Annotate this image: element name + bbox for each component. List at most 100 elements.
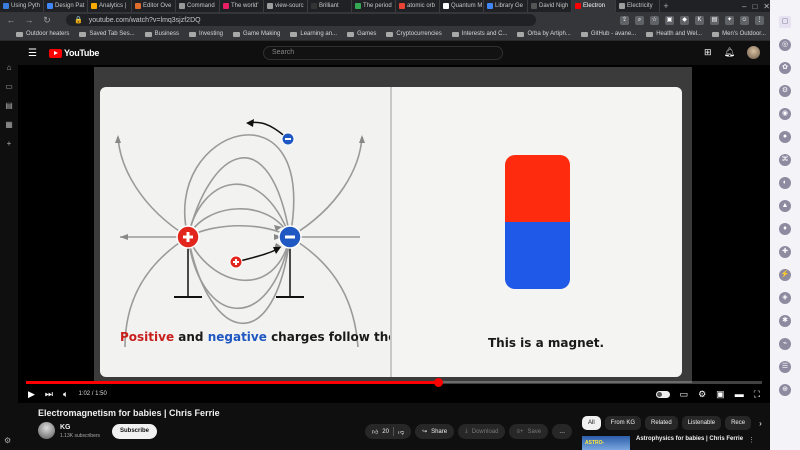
bookmark-item[interactable]: Men's Outdoor... bbox=[712, 31, 766, 37]
theater-mode-icon[interactable]: ▬ bbox=[735, 389, 744, 399]
video-frame[interactable]: Positive and negative charges follow the… bbox=[94, 67, 692, 383]
chevron-right-icon[interactable]: › bbox=[759, 419, 762, 428]
add-icon[interactable]: + bbox=[7, 139, 12, 148]
forward-icon[interactable]: → bbox=[24, 15, 34, 25]
bookmark-item[interactable]: Orba by Artiph... bbox=[517, 31, 571, 37]
extension-icon[interactable]: K bbox=[695, 15, 704, 25]
channel-name[interactable]: KG bbox=[60, 424, 71, 431]
filter-chip[interactable]: From KG bbox=[604, 416, 642, 430]
side-panel-icon[interactable]: ◉ bbox=[779, 108, 791, 120]
like-dislike-button[interactable]: 👍︎ 20 👎︎ bbox=[365, 424, 412, 439]
shorts-icon[interactable]: ▭ bbox=[5, 82, 13, 91]
side-panel-icon[interactable]: ▲ bbox=[779, 200, 791, 212]
side-panel-icon[interactable]: ♦ bbox=[779, 223, 791, 235]
browser-tab[interactable]: The period bbox=[352, 0, 396, 12]
extension-icon[interactable]: ▤ bbox=[710, 15, 719, 25]
filter-chip[interactable]: All bbox=[582, 416, 601, 430]
save-button[interactable]: ≡+ Save bbox=[509, 424, 549, 439]
browser-tab[interactable]: David Nigh bbox=[528, 0, 572, 12]
puzzle-icon[interactable]: ✦ bbox=[725, 15, 734, 25]
side-panel-icon[interactable]: ⚙ bbox=[779, 85, 791, 97]
side-panel-icon[interactable]: ✱ bbox=[779, 315, 791, 327]
back-icon[interactable]: ← bbox=[6, 15, 16, 25]
bookmark-item[interactable]: Outdoor heaters bbox=[16, 31, 69, 37]
bookmark-item[interactable]: Cryptocurrencies bbox=[386, 31, 442, 37]
captions-icon[interactable]: ▭ bbox=[680, 389, 689, 400]
home-icon[interactable]: ⌂ bbox=[7, 63, 12, 72]
next-icon[interactable]: ⏭︎ bbox=[45, 389, 53, 400]
fullscreen-icon[interactable]: ⛶ bbox=[754, 389, 760, 400]
profile-icon[interactable]: ☺ bbox=[740, 15, 749, 25]
side-panel-icon[interactable]: ⌁ bbox=[779, 338, 791, 350]
browser-tab[interactable]: Analytics | bbox=[88, 0, 132, 12]
browser-tab[interactable]: Electron bbox=[572, 0, 616, 12]
side-panel-icon[interactable]: ⊕ bbox=[779, 384, 791, 396]
subscriptions-icon[interactable]: ▤ bbox=[5, 101, 13, 110]
library-icon[interactable]: ▦ bbox=[5, 120, 13, 129]
recommended-thumbnail[interactable]: ASTRO- bbox=[582, 436, 630, 450]
bookmark-item[interactable]: GitHub - avane... bbox=[580, 31, 636, 37]
minimize-icon[interactable]: – bbox=[742, 2, 746, 11]
bookmark-star-icon[interactable]: ☆ bbox=[650, 15, 659, 25]
hamburger-menu-icon[interactable]: ☰ bbox=[28, 48, 37, 59]
miniplayer-icon[interactable]: ▣ bbox=[716, 389, 725, 400]
bookmark-item[interactable]: Game Making bbox=[233, 31, 280, 37]
side-panel-icon[interactable]: ☰ bbox=[779, 361, 791, 373]
youtube-logo[interactable]: YouTube bbox=[48, 48, 99, 58]
bookmark-item[interactable]: Interests and C... bbox=[451, 31, 507, 37]
browser-tab[interactable]: atomic orb bbox=[396, 0, 440, 12]
bookmark-item[interactable]: Learning an... bbox=[290, 31, 337, 37]
more-actions-button[interactable]: … bbox=[552, 424, 573, 439]
filter-chip[interactable]: Listenable bbox=[681, 416, 722, 430]
recommended-title[interactable]: Astrophysics for babies | Chris Ferrie bbox=[636, 436, 743, 442]
more-options-icon[interactable]: ⋮ bbox=[748, 436, 755, 444]
side-panel-icon[interactable]: ⚡ bbox=[779, 269, 791, 281]
side-panel-icon[interactable]: ▢ bbox=[779, 16, 791, 28]
recommended-video[interactable]: ASTRO- Astrophysics for babies | Chris F… bbox=[582, 436, 762, 450]
side-panel-icon[interactable]: ◐ bbox=[779, 177, 791, 189]
side-panel-icon[interactable]: ◈ bbox=[779, 292, 791, 304]
browser-tab[interactable]: The world' bbox=[220, 0, 264, 12]
notifications-bell-icon[interactable]: 🔔︎ bbox=[724, 47, 735, 58]
close-window-icon[interactable]: ✕ bbox=[763, 2, 770, 11]
autoplay-toggle[interactable] bbox=[655, 390, 670, 398]
settings-gear-icon[interactable]: ⚙ bbox=[4, 436, 11, 445]
bookmark-item[interactable]: Health and Wel... bbox=[646, 31, 702, 37]
browser-tab[interactable]: Electricity bbox=[616, 0, 660, 12]
extension-icon[interactable]: ◆ bbox=[680, 15, 689, 25]
progress-bar[interactable] bbox=[26, 378, 762, 387]
filter-chip[interactable]: Rece bbox=[725, 416, 752, 430]
browser-tab[interactable]: Design Pat bbox=[44, 0, 88, 12]
account-avatar[interactable] bbox=[747, 46, 760, 59]
bookmark-item[interactable]: Investing bbox=[188, 31, 223, 37]
filter-chip[interactable]: Related bbox=[645, 416, 678, 430]
extension-icon[interactable]: ▣ bbox=[665, 15, 674, 25]
browser-tab[interactable]: Using Pyth bbox=[0, 0, 44, 12]
share-button[interactable]: ↪ Share bbox=[415, 424, 455, 439]
search-input[interactable]: Search bbox=[263, 46, 503, 60]
play-icon[interactable]: ▶ bbox=[28, 389, 35, 400]
side-panel-icon[interactable]: ✚ bbox=[779, 246, 791, 258]
video-player[interactable]: Positive and negative charges follow the… bbox=[18, 65, 770, 403]
volume-icon[interactable]: 🔈︎ bbox=[63, 389, 68, 400]
browser-tab[interactable]: Editor Ove bbox=[132, 0, 176, 12]
browser-tab[interactable]: Command bbox=[176, 0, 220, 12]
side-panel-icon[interactable]: ⌘ bbox=[779, 154, 791, 166]
browser-tab[interactable]: view-sourc bbox=[264, 0, 308, 12]
reload-icon[interactable]: ↻ bbox=[42, 15, 52, 26]
browser-tab[interactable]: Library Ge bbox=[484, 0, 528, 12]
side-panel-icon[interactable]: ◎ bbox=[779, 39, 791, 51]
download-button[interactable]: ⤓ Download bbox=[458, 424, 506, 439]
url-bar[interactable]: 🔒 youtube.com/watch?v=lmq3sjzf2DQ bbox=[66, 14, 536, 26]
bookmark-item[interactable]: Business bbox=[144, 31, 179, 37]
browser-tab[interactable]: Brilliant bbox=[308, 0, 352, 12]
zoom-icon[interactable]: ⌕ bbox=[635, 15, 644, 25]
subscribe-button[interactable]: Subscribe bbox=[112, 424, 158, 439]
side-panel-icon[interactable]: ✿ bbox=[779, 62, 791, 74]
create-video-icon[interactable]: ⊞ bbox=[704, 47, 712, 58]
bookmark-item[interactable]: Games bbox=[347, 31, 376, 37]
settings-gear-icon[interactable]: ⚙ bbox=[698, 389, 706, 400]
browser-tab[interactable]: Quantum M bbox=[440, 0, 484, 12]
maximize-icon[interactable]: □ bbox=[752, 2, 757, 11]
new-tab-button[interactable]: + bbox=[660, 0, 672, 12]
